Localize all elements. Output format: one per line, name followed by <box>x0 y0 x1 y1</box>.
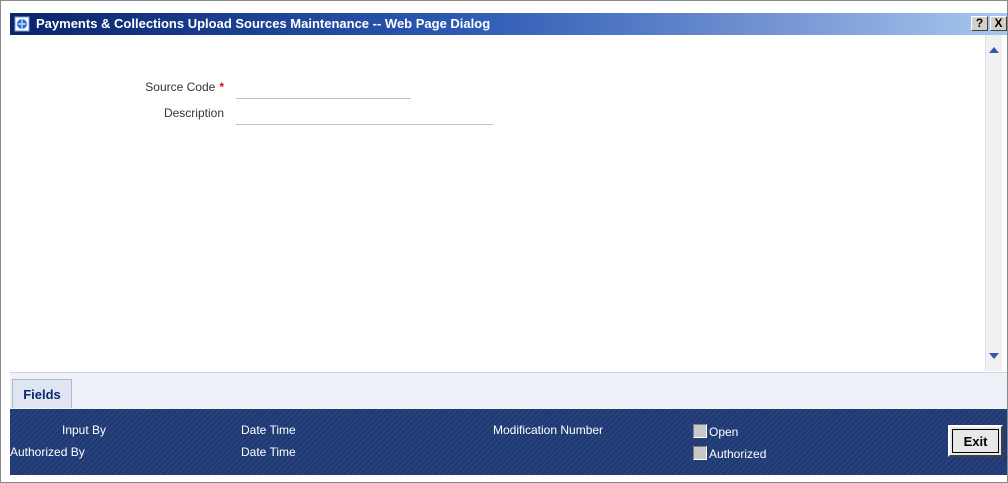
open-checkbox[interactable] <box>693 424 707 438</box>
window-title: Payments & Collections Upload Sources Ma… <box>36 16 491 31</box>
open-label: Open <box>709 425 739 439</box>
description-input[interactable] <box>236 106 493 125</box>
authorized-date-time-label: Date Time <box>241 445 296 459</box>
authorized-label: Authorized <box>709 447 767 461</box>
input-by-label: Input By <box>62 423 107 437</box>
tab-fields[interactable]: Fields <box>12 379 72 408</box>
exit-button[interactable]: Exit <box>948 425 1003 457</box>
ie-page-icon <box>14 16 30 32</box>
arrow-up-icon[interactable] <box>989 47 999 53</box>
form-area: Source Code * Description <box>10 35 984 371</box>
arrow-down-icon[interactable] <box>989 353 999 359</box>
help-button[interactable]: ? <box>971 16 988 31</box>
web-page-dialog: Payments & Collections Upload Sources Ma… <box>0 0 1008 483</box>
required-mark: * <box>219 80 224 94</box>
input-date-time-label: Date Time <box>241 423 296 437</box>
source-code-label: Source Code * <box>110 80 224 94</box>
source-code-label-text: Source Code <box>145 80 216 94</box>
authorized-checkbox[interactable] <box>693 446 707 460</box>
authorized-by-label: Authorized By <box>10 445 85 459</box>
close-button[interactable]: X <box>990 16 1007 31</box>
description-label: Description <box>163 106 224 120</box>
vertical-scrollbar[interactable] <box>985 35 1002 371</box>
tab-strip: Fields <box>10 372 1007 410</box>
modification-number-label: Modification Number <box>493 423 604 437</box>
audit-footer: Input By Authorized By Date Time Date Ti… <box>10 409 1007 475</box>
title-bar: Payments & Collections Upload Sources Ma… <box>10 13 1007 35</box>
source-code-input[interactable] <box>236 80 411 99</box>
